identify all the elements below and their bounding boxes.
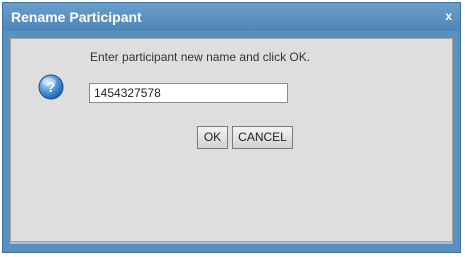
dialog-content: Enter participant new name and click OK.… (10, 38, 453, 242)
participant-name-input[interactable] (89, 83, 288, 103)
close-icon[interactable]: x (445, 8, 452, 24)
dialog-title: Rename Participant (11, 9, 142, 25)
dialog-titlebar[interactable]: Rename Participant x (3, 3, 460, 31)
cancel-button[interactable]: CANCEL (232, 126, 293, 149)
svg-text:?: ? (46, 79, 55, 96)
question-icon: ? (38, 74, 64, 100)
rename-dialog: Rename Participant x Enter participant n… (2, 2, 461, 253)
bottom-divider (10, 242, 453, 244)
ok-button[interactable]: OK (197, 126, 228, 149)
prompt-text: Enter participant new name and click OK. (90, 50, 311, 64)
